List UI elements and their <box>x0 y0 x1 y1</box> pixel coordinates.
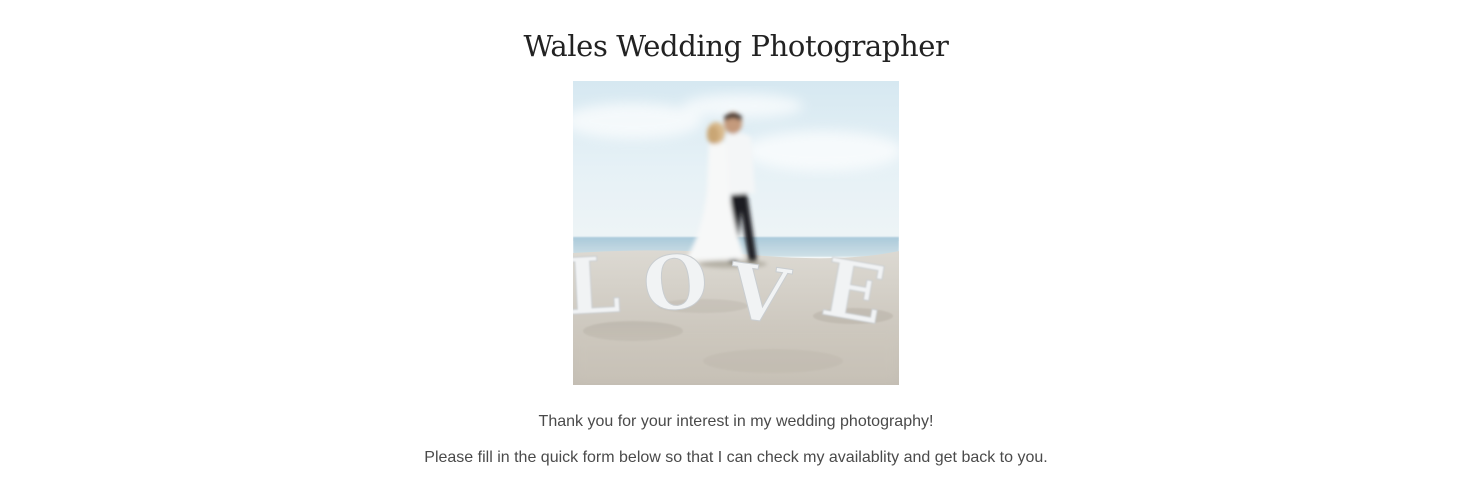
page-title: Wales Wedding Photographer <box>523 29 949 63</box>
page: Wales Wedding Photographer L O V E Thank… <box>0 0 1472 495</box>
svg-text:L: L <box>573 240 622 334</box>
intro-line-1: Thank you for your interest in my weddin… <box>538 413 934 430</box>
intro-line-2: Please fill in the quick form below so t… <box>424 449 1048 466</box>
hero-photo-illustration: L O V E <box>573 81 899 385</box>
hero-photo: L O V E <box>573 81 899 385</box>
svg-text:O: O <box>639 238 712 330</box>
